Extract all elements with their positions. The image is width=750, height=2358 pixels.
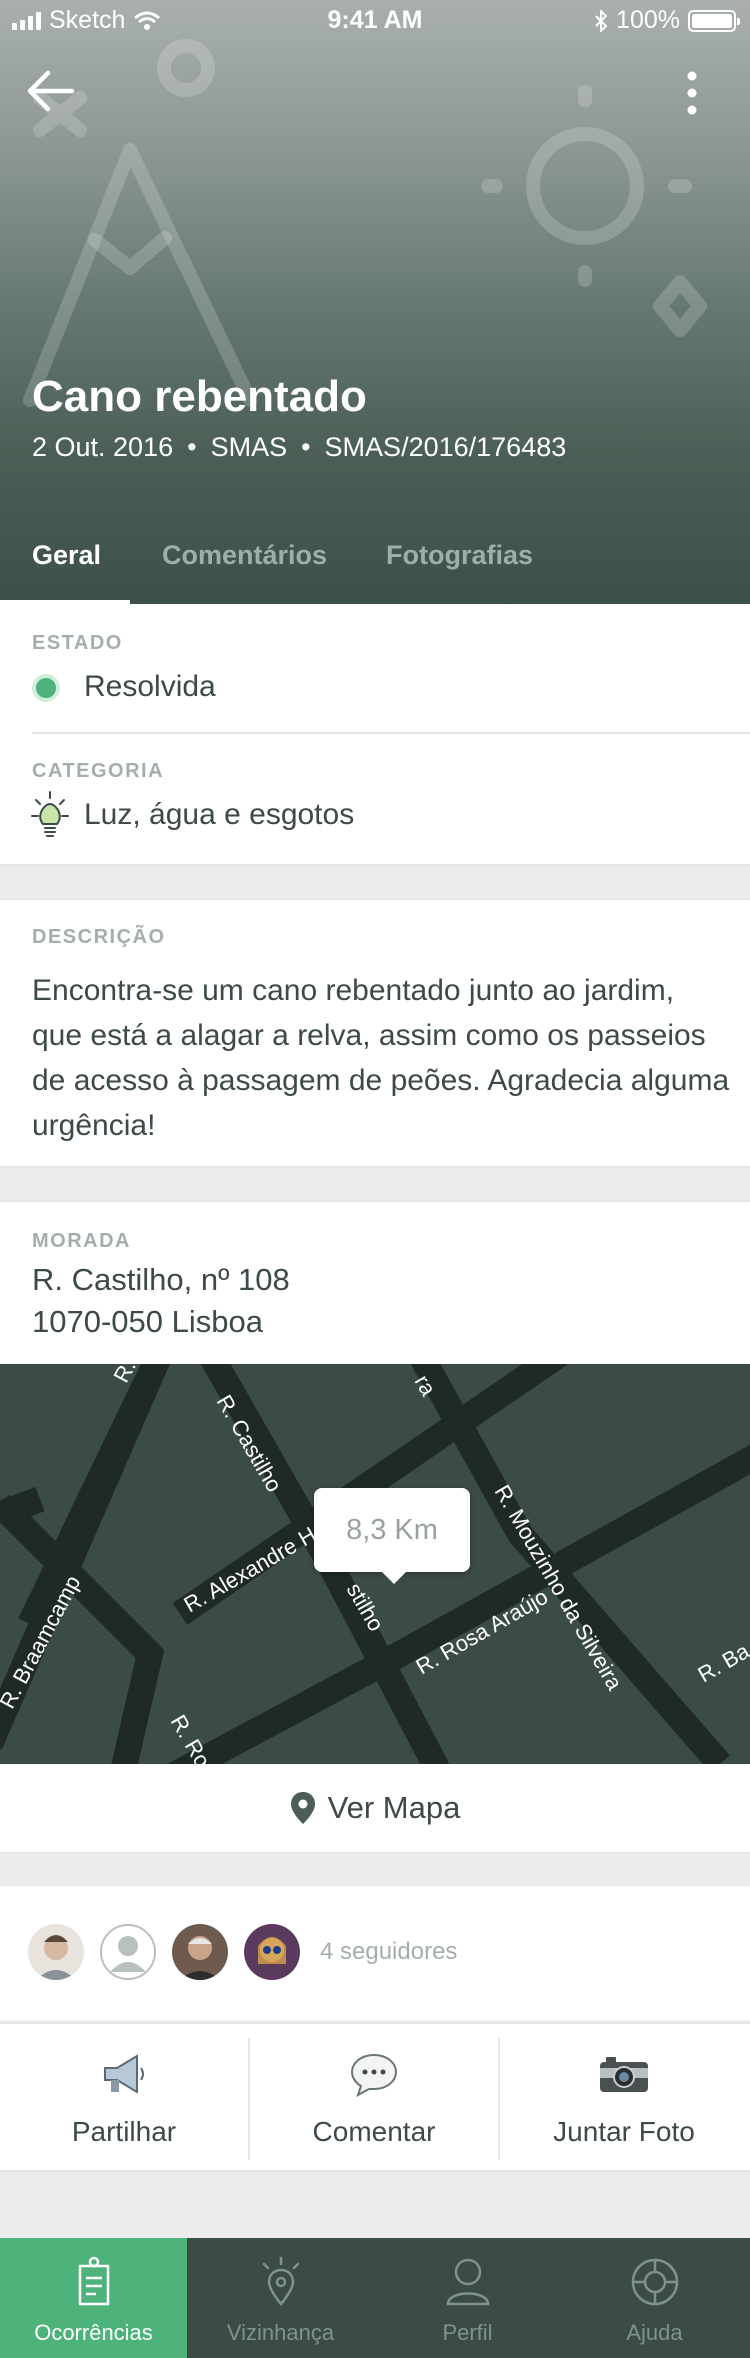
description-text: Encontra-se um cano rebentado junto ao j… [32, 974, 730, 1142]
comment-button[interactable]: Comentar [250, 2024, 498, 2172]
nav-perfil[interactable]: Perfil [374, 2238, 561, 2358]
avatar[interactable] [244, 1924, 300, 1980]
share-label: Partilhar [71, 2116, 177, 2147]
address-line-2: 1070-050 Lisboa [32, 1304, 263, 1339]
megaphone-icon [104, 2054, 144, 2094]
lightbulb-icon [31, 791, 69, 837]
tab-comentarios[interactable]: Comentários [162, 540, 327, 571]
view-map-button[interactable]: Ver Mapa [0, 1764, 750, 1854]
comment-label: Comentar [312, 2116, 436, 2147]
nav-label: Ocorrências [34, 2320, 153, 2345]
distance-bubble: 8,3 Km [314, 1488, 470, 1584]
bottom-navigation: Ocorrências Vizinhança Perfil Ajuda [0, 2238, 750, 2358]
page-title: Cano rebentado [32, 372, 367, 421]
tab-fotografias[interactable]: Fotografias [386, 540, 533, 571]
share-button[interactable]: Partilhar [0, 2024, 248, 2172]
more-options-button[interactable] [672, 68, 712, 118]
address-card: MORADA R. Castilho, nº 108 1070-050 Lisb… [0, 1200, 750, 1364]
tab-geral[interactable]: Geral [32, 540, 101, 571]
page-subtitle: 2 Out. 2016 • SMAS • SMAS/2016/176483 [32, 432, 566, 463]
arrow-left-icon [27, 70, 75, 112]
bluetooth-icon [595, 9, 608, 32]
more-vertical-icon [687, 71, 697, 115]
status-card: ESTADO Resolvida CATEGORIA Luz, água e e… [0, 604, 750, 866]
separator: • [301, 432, 311, 462]
map-pin-icon [290, 1792, 315, 1824]
estado-value: Resolvida [84, 670, 216, 703]
avatar[interactable] [172, 1924, 228, 1980]
separator: • [187, 432, 197, 462]
back-button[interactable] [26, 68, 86, 118]
nav-label: Ajuda [626, 2320, 683, 2345]
battery-icon [688, 9, 740, 32]
action-bar: Partilhar Comentar Juntar Foto [0, 2022, 750, 2172]
view-map-label: Ver Mapa [327, 1790, 461, 1825]
occurrence-reference: SMAS/2016/176483 [324, 432, 567, 462]
avatar[interactable] [100, 1924, 156, 1980]
avatar[interactable] [28, 1924, 84, 1980]
nav-label: Perfil [442, 2320, 493, 2345]
chat-bubble-icon [350, 2053, 398, 2098]
estado-label: ESTADO [32, 632, 123, 654]
occurrence-date: 2 Out. 2016 [32, 432, 174, 462]
header: Sketch 9:41 AM 100% Cano rebentado 2 Out… [0, 0, 750, 604]
nav-ocorrencias[interactable]: Ocorrências [0, 2238, 187, 2358]
nav-vizinhanca[interactable]: Vizinhança [187, 2238, 374, 2358]
status-indicator [32, 674, 60, 702]
nav-label: Vizinhança [226, 2320, 335, 2345]
occurrence-entity: SMAS [210, 432, 288, 462]
location-icon [262, 2256, 299, 2306]
add-photo-button[interactable]: Juntar Foto [500, 2024, 748, 2172]
nav-ajuda[interactable]: Ajuda [561, 2238, 748, 2358]
clipboard-icon [78, 2256, 109, 2306]
followers-row[interactable]: 4 seguidores [0, 1886, 750, 2020]
address-line-1: R. Castilho, nº 108 [32, 1262, 290, 1297]
divider [32, 732, 750, 734]
categoria-value: Luz, água e esgotos [84, 798, 355, 831]
descricao-label: DESCRIÇÃO [32, 926, 166, 948]
followers-count: 4 seguidores [320, 1938, 458, 1965]
user-icon [446, 2258, 489, 2306]
add-photo-label: Juntar Foto [553, 2116, 695, 2147]
camera-icon [600, 2057, 648, 2092]
categoria-label: CATEGORIA [32, 760, 165, 782]
morada-label: MORADA [32, 1230, 131, 1252]
header-illustration [23, 39, 707, 407]
battery-percent: 100% [616, 6, 680, 34]
status-bar: Sketch 9:41 AM 100% [0, 0, 750, 40]
lifebuoy-icon [631, 2258, 678, 2306]
tab-bar: Geral Comentários Fotografias [0, 534, 750, 604]
